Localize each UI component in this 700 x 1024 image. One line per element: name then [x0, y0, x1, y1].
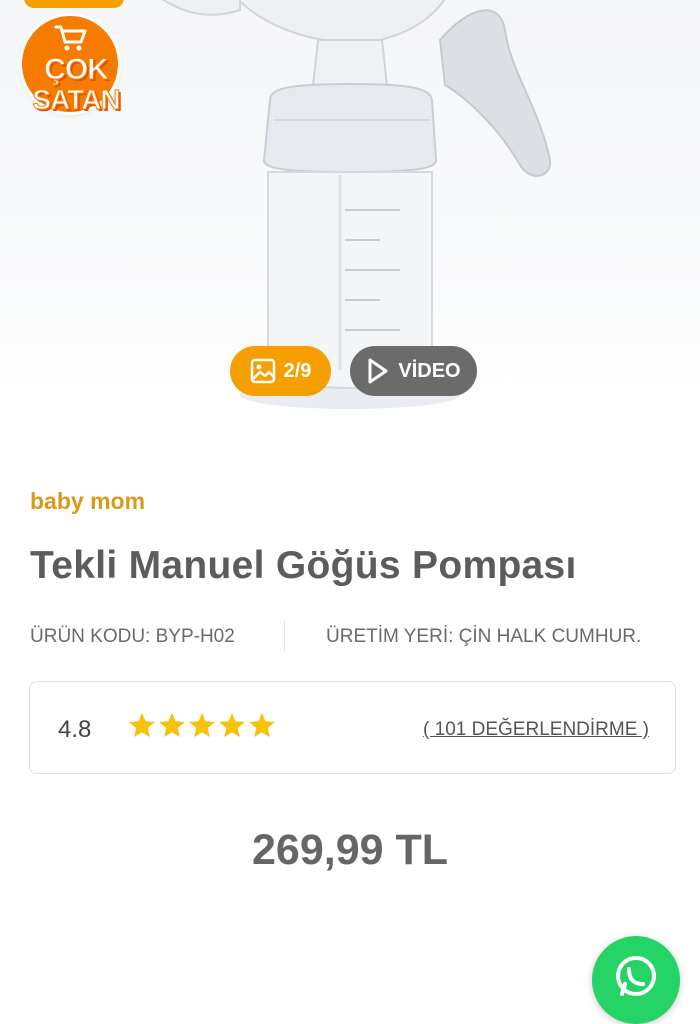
- product-meta: ÜRÜN KODU: BYP-H02 ÜRETİM YERİ: ÇİN HALK…: [30, 620, 670, 654]
- star-icon: [249, 712, 275, 738]
- rating-stars: [128, 711, 276, 739]
- rating-summary[interactable]: 4.8 ( 101 DEĞERLENDİRME ): [29, 681, 676, 774]
- image-icon: [250, 358, 275, 384]
- shopping-cart-icon: [54, 25, 87, 51]
- star-icon: [129, 712, 155, 738]
- best-seller-badge: ÇOK SATAN: [16, 0, 136, 130]
- meta-divider: [284, 620, 285, 652]
- star-icon: [159, 712, 185, 738]
- badge-text-line2: SATAN: [32, 84, 121, 115]
- image-counter-text: 2/9: [283, 359, 312, 382]
- product-image-gallery[interactable]: ÇOK SATAN 2/9 VİDEO: [0, 0, 700, 430]
- rating-score: 4.8: [58, 716, 92, 743]
- brand-link[interactable]: baby mom: [30, 488, 145, 515]
- star-icon: [189, 712, 215, 738]
- product-code: ÜRÜN KODU: BYP-H02: [30, 626, 235, 647]
- product-title: Tekli Manuel Göğüs Pompası: [30, 544, 577, 587]
- star-icon: [219, 712, 245, 738]
- video-button-label: VİDEO: [398, 359, 461, 382]
- badge-top-strip: [24, 0, 124, 8]
- image-counter-pill[interactable]: 2/9: [230, 346, 331, 396]
- badge-text-line1: ÇOK: [44, 53, 110, 86]
- product-price: 269,99 TL: [252, 826, 448, 874]
- whatsapp-button[interactable]: [592, 936, 680, 1024]
- whatsapp-icon: [616, 956, 656, 996]
- reviews-link[interactable]: ( 101 DEĞERLENDİRME ): [423, 719, 649, 741]
- video-button[interactable]: VİDEO: [350, 346, 477, 396]
- product-origin: ÜRETİM YERİ: ÇİN HALK CUMHUR.: [326, 626, 642, 647]
- play-icon: [368, 358, 388, 384]
